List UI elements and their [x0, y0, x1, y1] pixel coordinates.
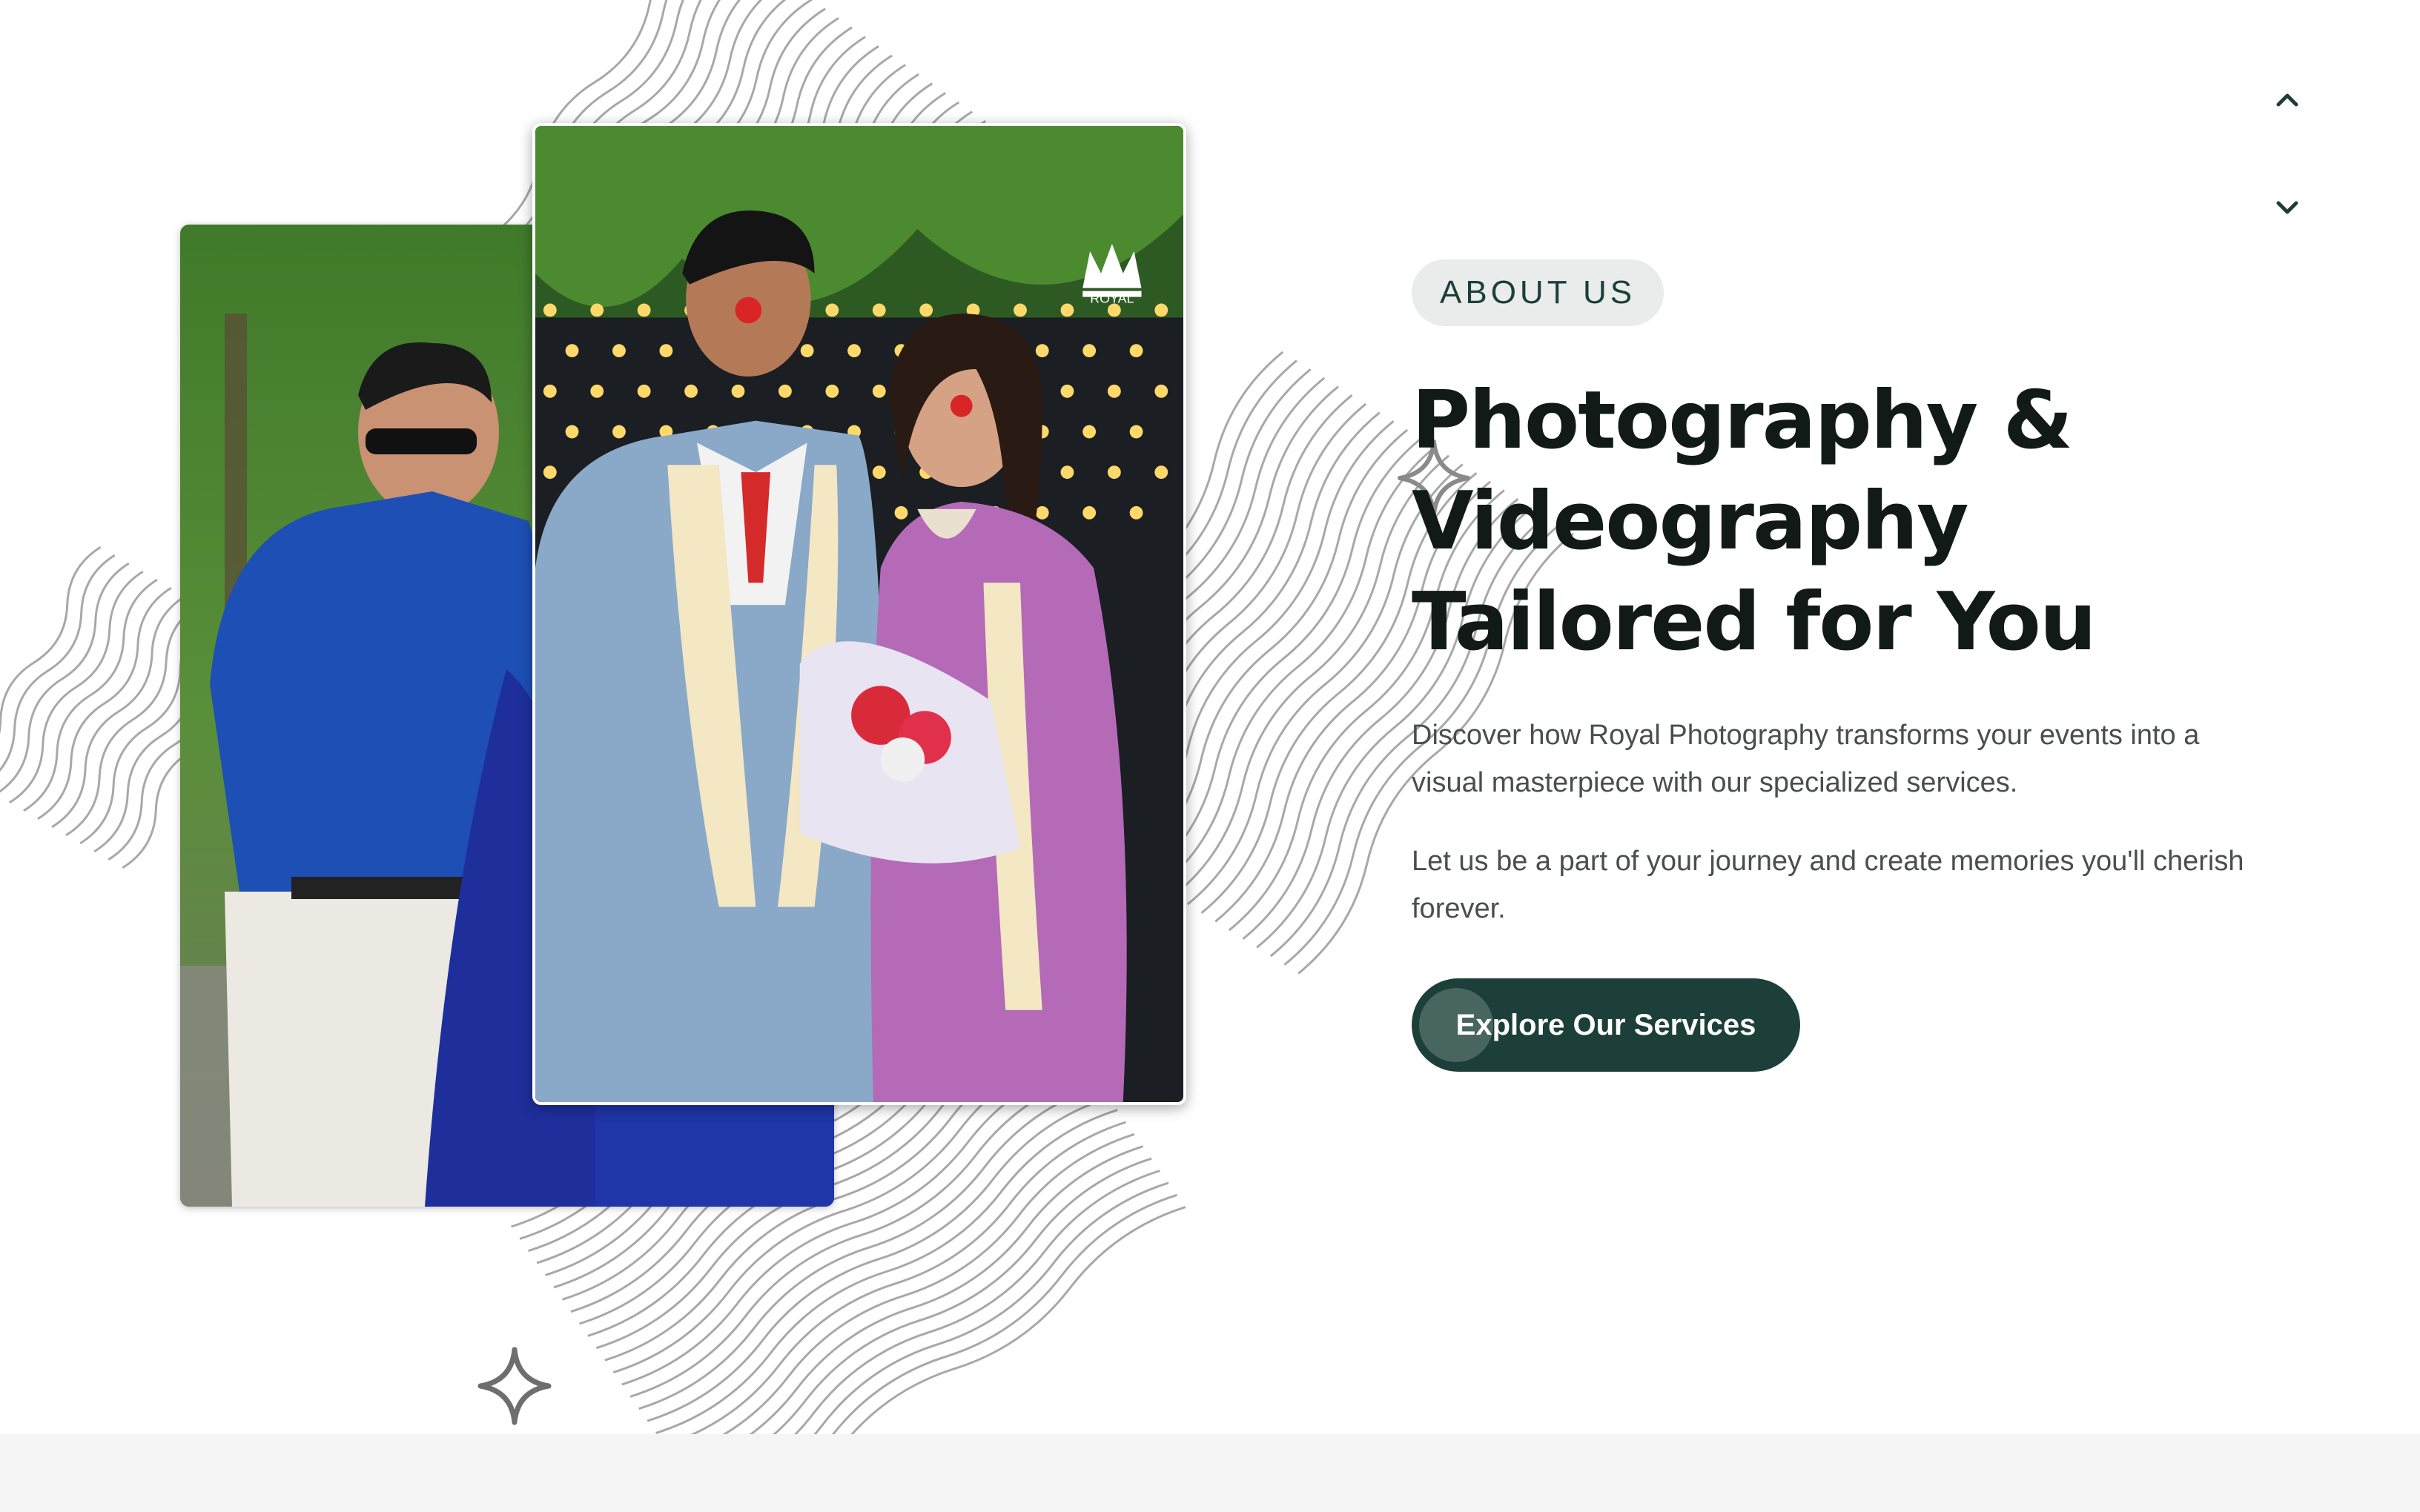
royal-logo-text: ROYAL	[1090, 291, 1134, 306]
string-light	[1154, 465, 1168, 480]
chevron-up-icon	[2276, 93, 2298, 107]
about-section: ROYAL ABOUT US Photography & Videography…	[0, 0, 2420, 1434]
string-light	[825, 384, 839, 398]
string-light	[731, 384, 745, 398]
string-light	[778, 384, 792, 398]
section-badge: ABOUT US	[1412, 259, 1664, 326]
string-light	[1060, 465, 1074, 480]
button-label: Explore Our Services	[1455, 1008, 1756, 1041]
string-light	[612, 425, 626, 439]
chevron-down-icon	[2276, 201, 2298, 214]
couple-photo: ROYAL	[532, 123, 1186, 1105]
string-light	[543, 303, 557, 317]
string-light	[565, 425, 579, 439]
string-light	[1154, 303, 1168, 317]
string-light	[1107, 465, 1121, 480]
string-light	[872, 384, 886, 398]
description-paragraph: Discover how Royal Photography transform…	[1412, 720, 2200, 798]
string-light	[1035, 344, 1049, 358]
title-line: Photography &	[1412, 374, 2073, 467]
string-light	[894, 505, 908, 520]
title-line: Videography	[1412, 475, 1969, 568]
string-light	[847, 344, 861, 358]
string-light	[1060, 384, 1074, 398]
string-light	[1129, 425, 1143, 439]
string-light	[1082, 344, 1097, 358]
string-light	[659, 344, 673, 358]
string-light	[872, 465, 886, 480]
string-light	[565, 344, 579, 358]
string-light	[1129, 505, 1143, 520]
slider-controls	[2261, 74, 2313, 237]
string-light	[590, 384, 604, 398]
page-title: Photography & Videography Tailored for Y…	[1412, 371, 2264, 673]
wave-line	[850, 1206, 1186, 1434]
string-light	[1154, 384, 1168, 398]
about-content: ABOUT US Photography & Videography Tailo…	[1412, 259, 2264, 1072]
string-light	[919, 303, 933, 317]
string-light	[1060, 303, 1074, 317]
scroll-up-button[interactable]	[2261, 74, 2313, 126]
sparkle-icon	[477, 1347, 552, 1425]
string-light	[590, 303, 604, 317]
string-light	[872, 303, 886, 317]
wave-line	[813, 1181, 1169, 1434]
string-light	[1082, 425, 1097, 439]
string-light	[543, 384, 557, 398]
string-light	[825, 303, 839, 317]
string-light	[1107, 384, 1121, 398]
footer-band	[0, 1434, 2420, 1512]
scroll-down-button[interactable]	[2261, 182, 2313, 233]
wave-line	[0, 546, 102, 735]
string-light	[543, 465, 557, 480]
string-light	[1082, 505, 1097, 520]
description-paragraph: Let us be a part of your journey and cre…	[1412, 846, 2244, 924]
string-light	[1035, 505, 1049, 520]
title-line: Tailored for You	[1412, 576, 2097, 669]
string-light	[637, 303, 651, 317]
explore-services-button[interactable]: Explore Our Services	[1412, 978, 1800, 1072]
string-light	[1014, 303, 1027, 317]
string-light	[684, 384, 698, 398]
string-light	[612, 344, 626, 358]
string-light	[1129, 344, 1143, 358]
string-light	[800, 344, 814, 358]
string-light	[637, 384, 651, 398]
